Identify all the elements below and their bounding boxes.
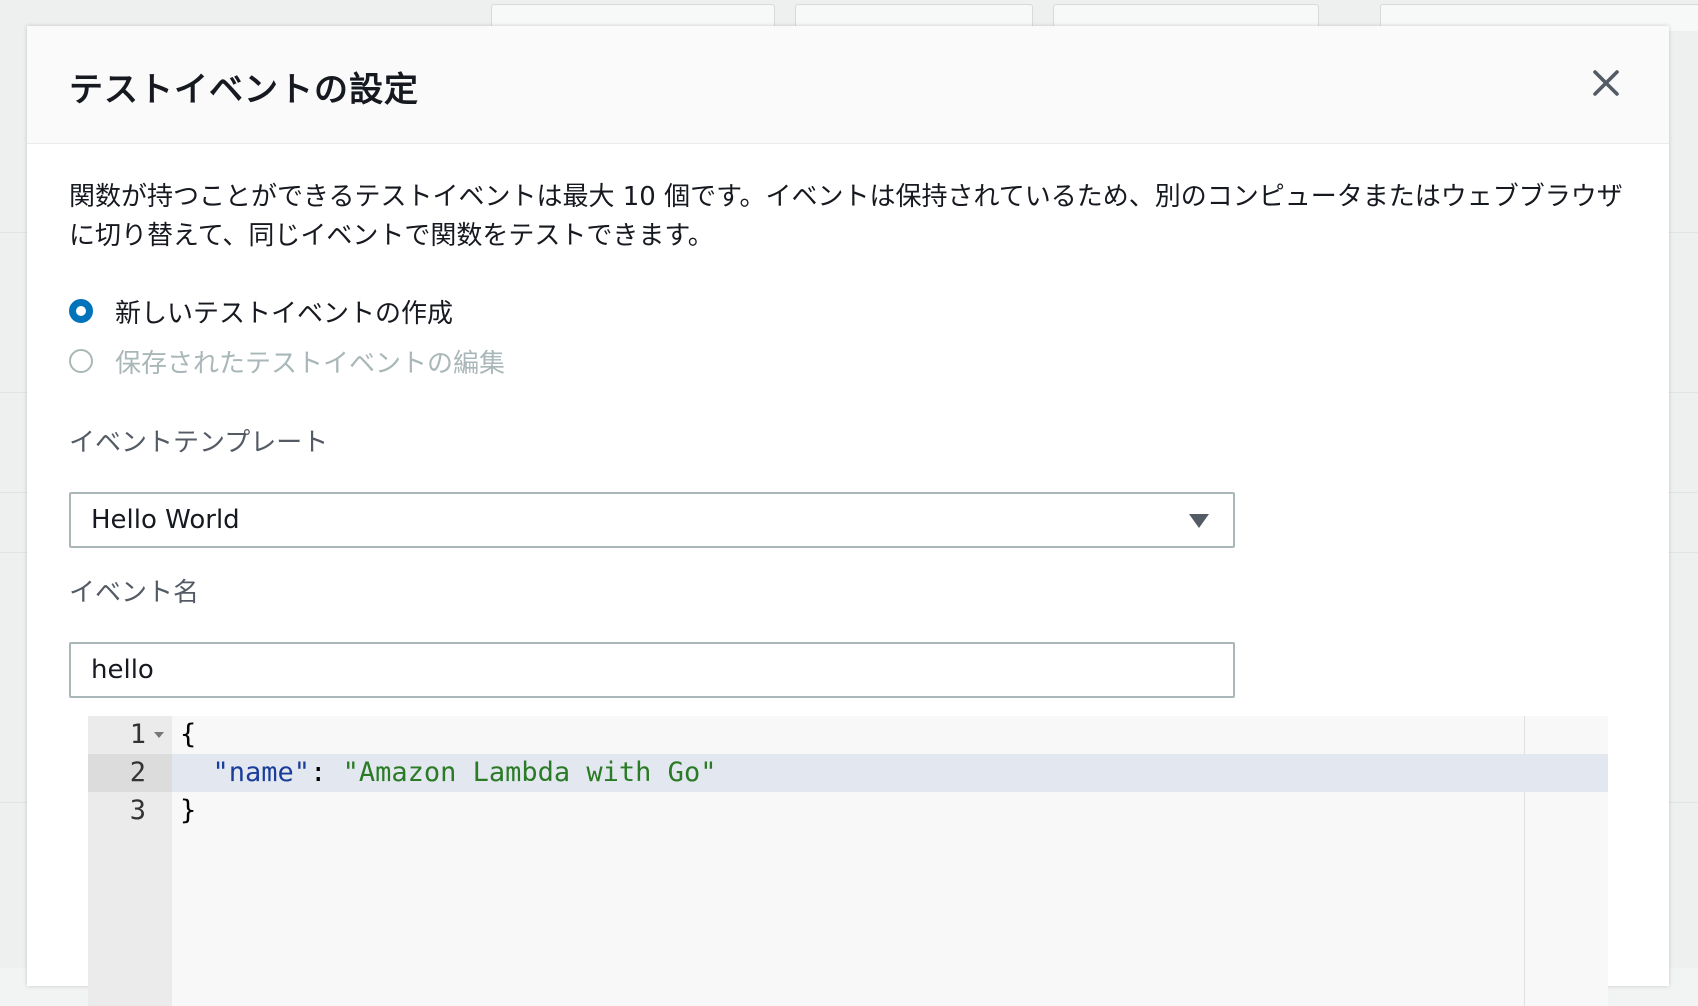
event-name-label: イベント名 <box>69 578 200 608</box>
radio-checked-icon[interactable] <box>69 299 93 323</box>
radio-unchecked-icon[interactable] <box>69 349 93 373</box>
modal-title: テストイベントの設定 <box>69 70 419 110</box>
code-text: { <box>180 719 197 750</box>
radio-edit-saved[interactable]: 保存されたテストイベントの編集 <box>69 344 506 379</box>
json-key: "name" <box>212 757 311 788</box>
code-line-2[interactable]: 2 "name": "Amazon Lambda with Go" <box>88 754 1608 792</box>
code-line-3[interactable]: 3 } <box>88 792 1608 830</box>
modal-body: 関数が持つことができるテストイベントは最大 10 個です。イベントは保持されてい… <box>69 178 1649 698</box>
code-text: } <box>180 795 197 826</box>
json-code-editor[interactable]: 1 { 2 "name": "Amazon Lambda with Go" 3 … <box>88 716 1608 1006</box>
code-text: "name": "Amazon Lambda with Go" <box>180 754 717 792</box>
json-colon: : <box>310 757 343 788</box>
radio-create-new-label: 新しいテストイベントの作成 <box>115 298 454 329</box>
fold-arrow-icon[interactable] <box>154 732 164 738</box>
modal-header: テストイベントの設定 <box>27 26 1669 144</box>
close-icon <box>1593 70 1619 96</box>
close-button[interactable] <box>1587 64 1625 102</box>
code-line-1[interactable]: 1 { <box>88 716 1608 754</box>
event-name-input[interactable] <box>69 642 1235 698</box>
line-number: 2 <box>88 754 172 792</box>
caret-down-icon <box>1189 514 1209 528</box>
event-template-label: イベントテンプレート <box>69 428 329 458</box>
json-string-value: "Amazon Lambda with Go" <box>342 757 717 788</box>
modal-description: 関数が持つことができるテストイベントは最大 10 個です。イベントは保持されてい… <box>69 182 1623 251</box>
radio-create-new[interactable]: 新しいテストイベントの作成 <box>69 294 454 329</box>
event-template-value: Hello World <box>91 505 240 535</box>
test-event-modal: テストイベントの設定 関数が持つことができるテストイベントは最大 10 個です。… <box>27 26 1669 1006</box>
line-number: 3 <box>129 795 146 826</box>
event-template-select[interactable]: Hello World <box>69 492 1235 548</box>
radio-edit-saved-label: 保存されたテストイベントの編集 <box>115 348 506 379</box>
